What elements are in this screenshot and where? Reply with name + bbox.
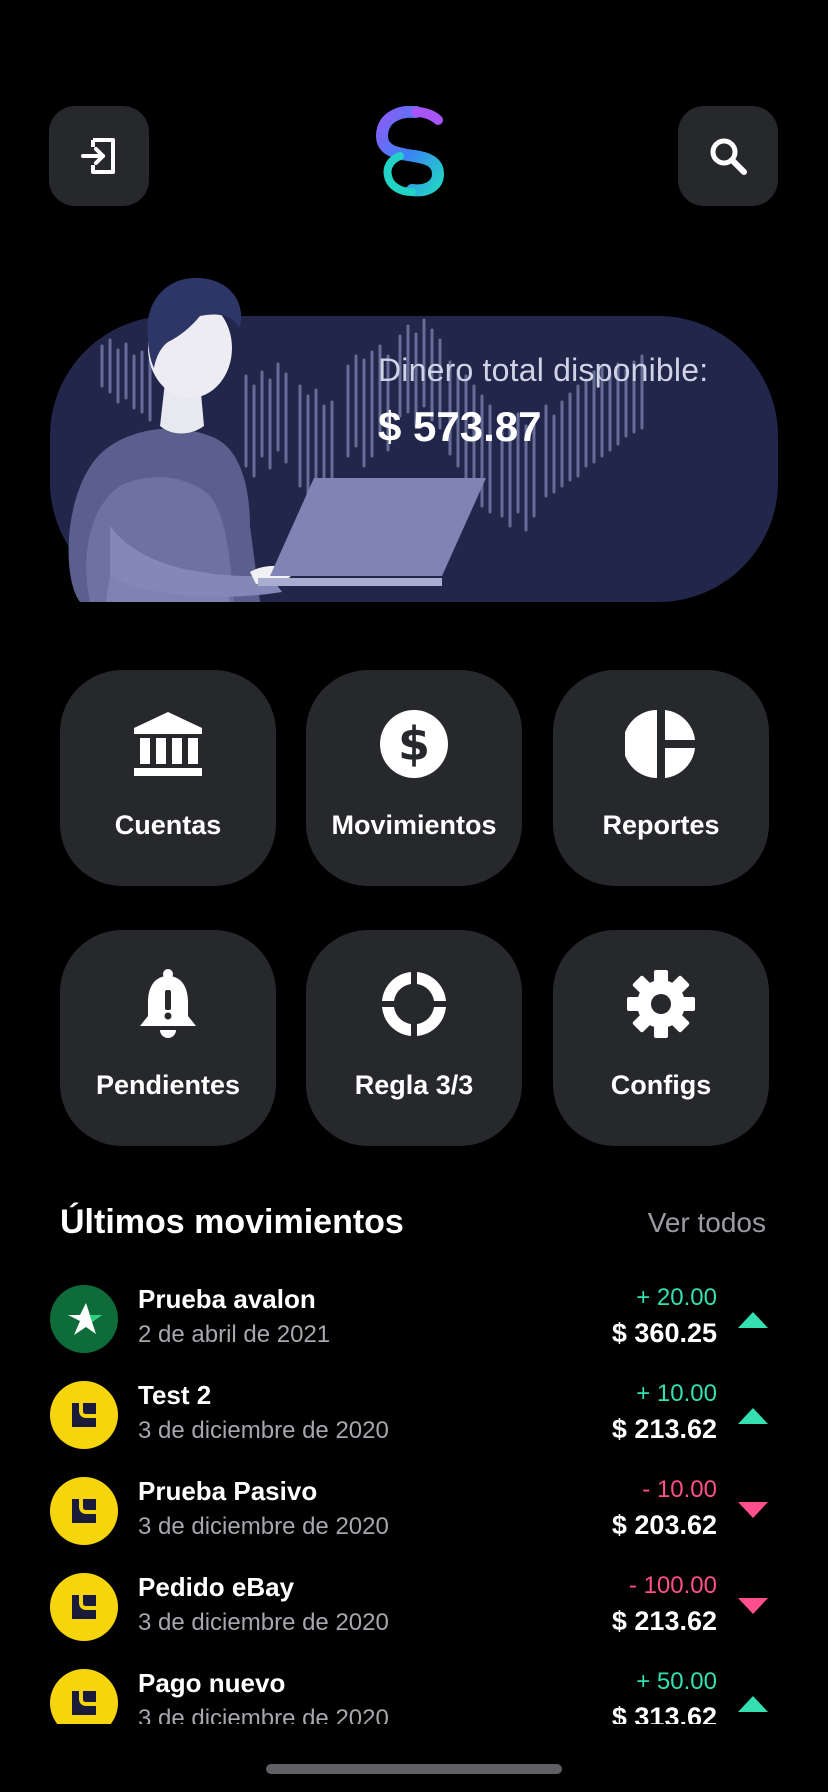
- movement-date: 3 de diciembre de 2020: [138, 1513, 389, 1540]
- arrow-up-icon: [738, 1696, 768, 1712]
- dollar-logo-icon: [375, 106, 445, 197]
- search-icon: [710, 138, 747, 175]
- tile-reportes[interactable]: Reportes: [553, 670, 769, 886]
- movement-name: Pago nuevo: [138, 1668, 286, 1698]
- movement-total: $ 213.62: [611, 1606, 717, 1636]
- tile-label: Movimientos: [331, 810, 497, 840]
- movement-date: 2 de abril de 2021: [138, 1321, 331, 1348]
- tile-label: Reportes: [602, 810, 720, 840]
- movement-total: $ 360.25: [611, 1318, 717, 1348]
- balance-amount: $ 573.87: [378, 403, 542, 450]
- movement-delta: + 50.00: [636, 1668, 717, 1695]
- logout-button[interactable]: [49, 106, 149, 206]
- recent-title: Últimos movimientos: [60, 1203, 404, 1241]
- movement-delta: + 10.00: [636, 1380, 717, 1407]
- tile-regla[interactable]: Regla 3/3: [306, 930, 522, 1146]
- home-screen: Dinero total disponible: $ 573.87 Cuenta…: [0, 0, 828, 1792]
- logout-icon: [81, 138, 115, 174]
- arrow-up-icon: [738, 1312, 768, 1328]
- movement-total: $ 313.62: [611, 1702, 717, 1724]
- tile-label: Regla 3/3: [354, 1070, 474, 1100]
- movement-row[interactable]: Pago nuevo 3 de diciembre de 2020 + 50.0…: [0, 1654, 828, 1724]
- movement-total: $ 203.62: [611, 1510, 717, 1540]
- home-indicator[interactable]: [266, 1764, 562, 1774]
- movement-delta: - 10.00: [642, 1476, 717, 1503]
- movement-name: Test 2: [138, 1380, 212, 1410]
- movement-delta: - 100.00: [628, 1572, 717, 1599]
- see-all-link[interactable]: Ver todos: [648, 1207, 766, 1239]
- tile-label: Pendientes: [95, 1070, 241, 1100]
- account-icon: [50, 1669, 118, 1724]
- svg-text:$: $: [398, 717, 430, 771]
- movement-date: 3 de diciembre de 2020: [138, 1417, 389, 1444]
- tile-pendientes[interactable]: Pendientes: [60, 930, 276, 1146]
- movement-row[interactable]: Pedido eBay 3 de diciembre de 2020 - 100…: [0, 1558, 828, 1654]
- bank-icon: [132, 708, 204, 780]
- arrow-up-icon: [738, 1408, 768, 1424]
- movements-list: Prueba avalon 2 de abril de 2021 + 20.00…: [0, 1270, 828, 1724]
- movement-row[interactable]: Prueba avalon 2 de abril de 2021 + 20.00…: [0, 1270, 828, 1366]
- movement-date: 3 de diciembre de 2020: [138, 1609, 389, 1636]
- ring-icon: [378, 968, 450, 1040]
- star-logo-icon: [50, 1285, 118, 1353]
- dollar-circle-icon: $: [378, 708, 450, 780]
- movement-row[interactable]: Test 2 3 de diciembre de 2020 + 10.00 $ …: [0, 1366, 828, 1462]
- tile-cuentas[interactable]: Cuentas: [60, 670, 276, 886]
- search-button[interactable]: [678, 106, 778, 206]
- movement-delta: + 20.00: [636, 1284, 717, 1311]
- account-icon: [50, 1381, 118, 1449]
- movement-name: Prueba avalon: [138, 1284, 316, 1314]
- tile-label: Cuentas: [114, 810, 222, 840]
- movement-name: Pedido eBay: [138, 1572, 295, 1602]
- gear-icon: [625, 968, 697, 1040]
- arrow-down-icon: [738, 1598, 768, 1614]
- movement-name: Prueba Pasivo: [138, 1476, 318, 1506]
- balance-label: Dinero total disponible:: [378, 352, 709, 388]
- tile-configs[interactable]: Configs: [553, 930, 769, 1146]
- movement-date: 3 de diciembre de 2020: [138, 1705, 389, 1724]
- movement-total: $ 213.62: [611, 1414, 717, 1444]
- bell-alert-icon: [132, 968, 204, 1040]
- tile-label: Configs: [610, 1070, 712, 1100]
- account-icon: [50, 1573, 118, 1641]
- account-icon: [50, 1477, 118, 1545]
- arrow-down-icon: [738, 1502, 768, 1518]
- movement-row[interactable]: Prueba Pasivo 3 de diciembre de 2020 - 1…: [0, 1462, 828, 1558]
- tile-movimientos[interactable]: $ Movimientos: [306, 670, 522, 886]
- pie-chart-icon: [625, 708, 697, 780]
